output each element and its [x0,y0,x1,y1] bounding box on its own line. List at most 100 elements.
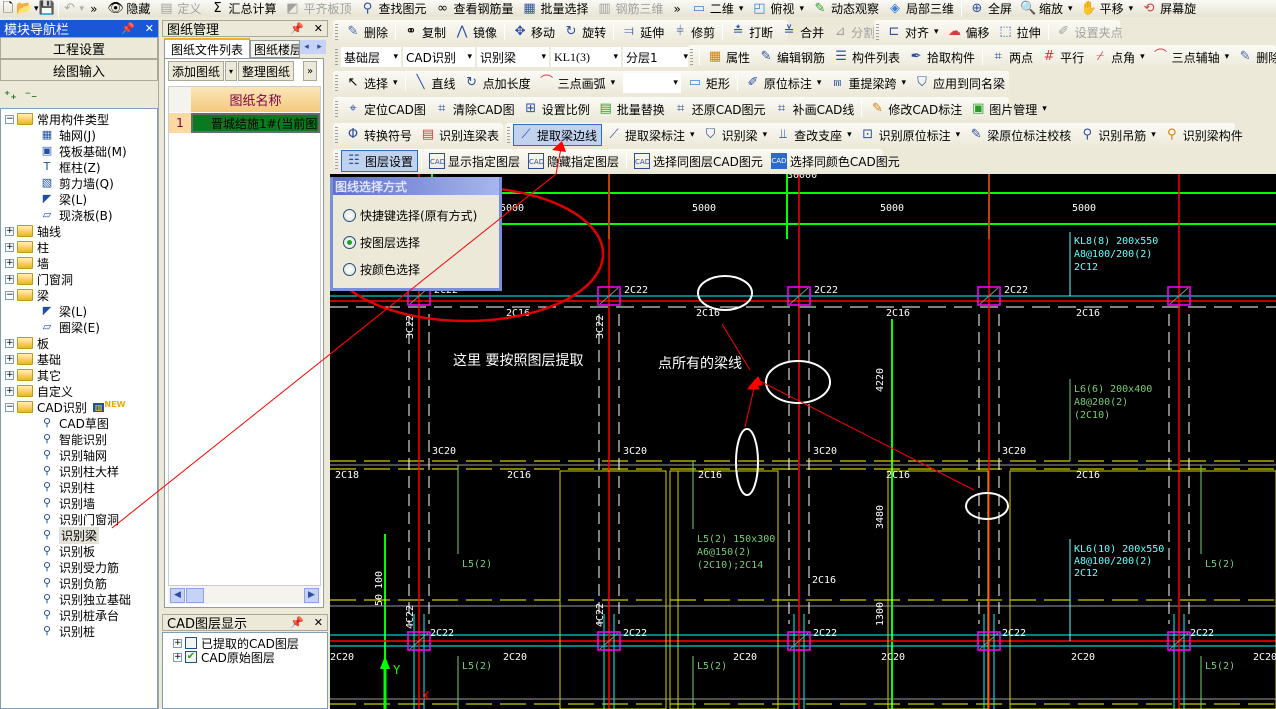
tree-item[interactable]: ⚲ 智能识别 [39,431,107,447]
add-drawing-button[interactable]: 添加图纸 [168,61,225,81]
close-icon[interactable]: ✕ [314,616,323,629]
tree-folder[interactable]: + 自定义 [5,383,73,399]
check-in-situ-button[interactable]: ✎ 梁原位标注校核 [964,124,1075,146]
floor-select[interactable]: 基础层 ▾ [341,47,401,67]
more-button[interactable]: » [303,61,318,81]
organize-drawing-button[interactable]: 整理图纸 [238,61,295,81]
batch-replace-button[interactable]: ▤ 批量替换 [594,98,669,120]
project-settings-button[interactable]: 工程设置 [0,37,158,59]
tree-item[interactable]: ⚲ 识别板 [39,543,95,559]
recognize-in-situ-button[interactable]: ⊡ 识别原位标注 ▾ [856,124,965,146]
nav-panel-splitter[interactable] [158,20,161,709]
select-same-color-button[interactable]: CAD 选择同颜色CAD图元 [767,150,904,172]
recognize-beam-button[interactable]: ⛉ 识别梁 ▾ [699,124,772,146]
collapse-icon[interactable]: − [5,290,14,300]
add-drawing-dropdown[interactable]: ▾ [225,61,238,81]
restore-cad-button[interactable]: ⌗ 还原CAD图元 [669,98,770,120]
tree-folder[interactable]: + 板 [5,335,49,351]
re-extract-span-button[interactable]: ⩎ 重提梁跨 ▾ [825,72,910,94]
modify-cad-mark-button[interactable]: ✎ 修改CAD标注 [865,98,966,120]
scroll-left-icon[interactable]: ◀ [170,587,185,603]
expand-icon[interactable]: + [5,370,14,380]
tree-item[interactable]: ⚲ 识别墙 [39,495,95,511]
delete-axis-button[interactable]: ✎ 删除 [1233,46,1276,68]
set-scale-button[interactable]: ⊞ 设置比例 [519,98,594,120]
undo-icon[interactable]: ↶ [62,1,78,17]
align-slab-top-button[interactable]: ◩ 平齐板顶 [280,0,355,20]
tree-folder[interactable]: + 门窗洞 [5,271,73,287]
collapse-icon[interactable]: − [5,114,14,124]
tree-item[interactable]: ⚲ 识别桩承台 [39,607,119,623]
tree-item[interactable]: ⚲ 识别轴网 [39,447,107,463]
tree-folder[interactable]: − 常用构件类型 [5,111,109,127]
tree-item[interactable]: ⚲ 识别柱 [39,479,95,495]
scroll-right-icon[interactable]: ▶ [304,587,319,603]
check-support-button[interactable]: ⫫ 查改支座 ▾ [771,124,856,146]
tree-folder[interactable]: + 墙 [5,255,49,271]
expand-icon[interactable]: + [5,338,14,348]
tree-folder[interactable]: + 柱 [5,239,49,255]
tree-item[interactable]: ⚲ 识别门窗洞 [39,511,119,527]
pan-button[interactable]: ✋ 平移 ▾ [1077,0,1138,20]
checkbox-extracted[interactable] [185,637,197,649]
pin-icon[interactable]: 📌 [290,22,304,35]
three-point-arc-button[interactable]: ⌒ 三点画弧 ▾ [535,72,620,94]
dynamic-observe-button[interactable]: ✎ 动态观察 [808,0,883,20]
layer-select[interactable]: 分层1 ▾ [623,47,691,67]
open-folder-icon[interactable]: 📂 [16,1,32,17]
tree-folder[interactable]: + 其它 [5,367,61,383]
draw-input-button[interactable]: 绘图输入 [0,59,158,81]
grid-row-selected[interactable]: 晋城结施1#(当前图纸) [191,113,320,133]
radio-button[interactable] [343,263,356,276]
trim-button[interactable]: ⫩ 修剪 [668,21,719,43]
tab-scroll-buttons[interactable]: ◂ ▸ [300,40,327,54]
layer-item-original[interactable]: + ✔ CAD原始图层 [173,649,275,665]
expand-icon[interactable]: + [173,638,182,648]
overflow-icon-2[interactable]: » [674,2,681,16]
grid-row-index[interactable]: 1 [169,113,191,133]
tree-item[interactable]: ⚲ 识别梁 [39,526,100,544]
recognize-hanger-button[interactable]: ⚲ 识别吊筋 ▾ [1075,124,1160,146]
stretch-button[interactable]: ⬚ 拉伸 [994,21,1045,43]
pick-component-button[interactable]: ✒ 拾取构件 [904,46,979,68]
layer-settings-button[interactable]: ☷ 图层设置 [341,150,419,172]
split-button[interactable]: ⊿ 分割 [828,21,879,43]
checkbox-original[interactable]: ✔ [185,651,197,663]
collapse-icon[interactable]: − [5,402,14,412]
radio-by-color[interactable]: 按颜色选择 [343,261,420,278]
undo-dropdown-icon[interactable]: ▾ [80,4,85,14]
property-button[interactable]: ▦ 属性 [703,46,754,68]
collapse-all-icon[interactable]: ⁻₋ [25,88,38,102]
recognize-coupling-beam-table-button[interactable]: ▤ 识别连梁表 [416,124,503,146]
recognize-beam-component-button[interactable]: ⚲ 识别梁构件 [1160,124,1247,146]
module-select[interactable]: CAD识别 ▾ [403,47,475,67]
expand-icon[interactable]: + [5,354,14,364]
rebar-3d-button[interactable]: ▥ 钢筋三维 [593,0,668,20]
view-2d-dropdown[interactable]: ▭ 二维 ▾ [687,0,748,20]
tab-drawing-floor[interactable]: 图纸楼层 [250,40,301,58]
arc-param-input[interactable]: ▾ [623,73,681,93]
save-icon[interactable]: 💾 [39,1,55,17]
tree-item[interactable]: ⚲ 识别桩 [39,623,95,639]
find-element-button[interactable]: ⚲ 查找图元 [355,0,430,20]
close-icon[interactable]: ✕ [145,22,154,35]
rectangle-button[interactable]: ▭ 矩形 [683,72,734,94]
select-same-layer-button[interactable]: CAD 选择同图层CAD图元 [630,150,767,172]
expand-all-icon[interactable]: ⁺₊ [4,88,17,102]
tree-folder[interactable]: − CAD识别 ▥ NEW [5,399,125,415]
extract-beam-mark-button[interactable]: ⟋ 提取梁标注 ▾ [602,124,699,146]
tree-item[interactable]: ▱ 圈梁(E) [39,319,100,335]
extract-beam-edge-button[interactable]: ⟋ 提取梁边线 [513,124,603,146]
radio-by-layer[interactable]: 按图层选择 [343,234,420,251]
batch-select-button[interactable]: ▦ 批量选择 [518,0,593,20]
tab-right-icon[interactable]: ▸ [317,42,322,52]
expand-icon[interactable]: + [5,386,14,396]
close-icon[interactable]: ✕ [314,22,323,35]
expand-icon[interactable]: + [5,258,14,268]
expand-icon[interactable]: + [5,226,14,236]
apply-same-beam-button[interactable]: ⛉ 应用到同名梁 [910,72,1009,94]
tree-item[interactable]: ⚲ 识别柱大样 [39,463,119,479]
tree-item[interactable]: T 框柱(Z) [39,159,101,175]
new-file-icon[interactable]: 🗋 [0,1,16,17]
tree-item[interactable]: ▣ 筏板基础(M) [39,143,127,159]
